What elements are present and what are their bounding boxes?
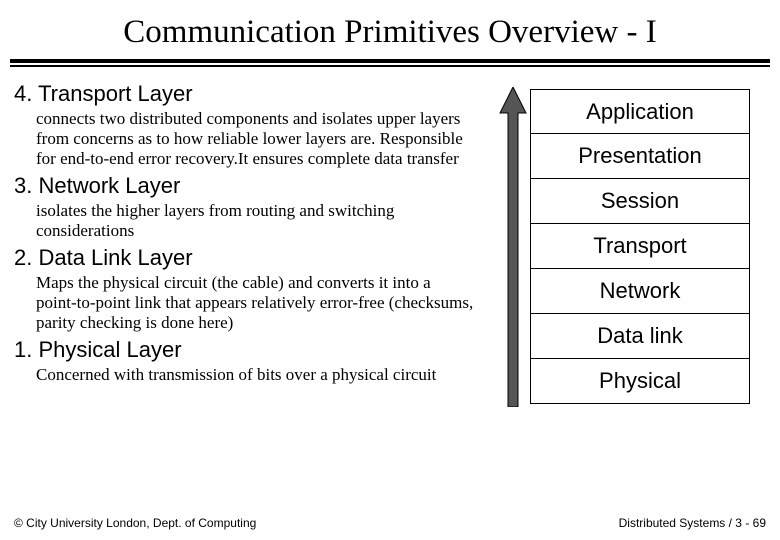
footer: © City University London, Dept. of Compu… [14, 516, 766, 530]
section-heading-2: 2. Data Link Layer [14, 245, 479, 271]
layer-application: Application [530, 89, 750, 134]
slide: Communication Primitives Overview - I 4.… [0, 0, 780, 540]
layer-datalink: Data link [530, 314, 750, 359]
layer-presentation: Presentation [530, 134, 750, 179]
section-body-3: isolates the higher layers from routing … [14, 201, 479, 241]
section-heading-1: 1. Physical Layer [14, 337, 479, 363]
footer-right: Distributed Systems / 3 - 69 [619, 516, 766, 530]
section-heading-3: 3. Network Layer [14, 173, 479, 199]
section-body-2: Maps the physical circuit (the cable) an… [14, 273, 479, 333]
left-column: 4. Transport Layer connects two distribu… [14, 77, 479, 385]
layer-transport: Transport [530, 224, 750, 269]
footer-left: © City University London, Dept. of Compu… [14, 516, 256, 530]
section-body-1: Concerned with transmission of bits over… [14, 365, 479, 385]
section-heading-4: 4. Transport Layer [14, 81, 479, 107]
up-arrow-icon [498, 87, 528, 407]
layer-session: Session [530, 179, 750, 224]
section-body-4: connects two distributed components and … [14, 109, 479, 169]
layer-physical: Physical [530, 359, 750, 404]
layer-network: Network [530, 269, 750, 314]
title-underline [10, 59, 770, 67]
slide-title: Communication Primitives Overview - I [0, 0, 780, 59]
osi-stack: Application Presentation Session Transpo… [530, 89, 750, 404]
